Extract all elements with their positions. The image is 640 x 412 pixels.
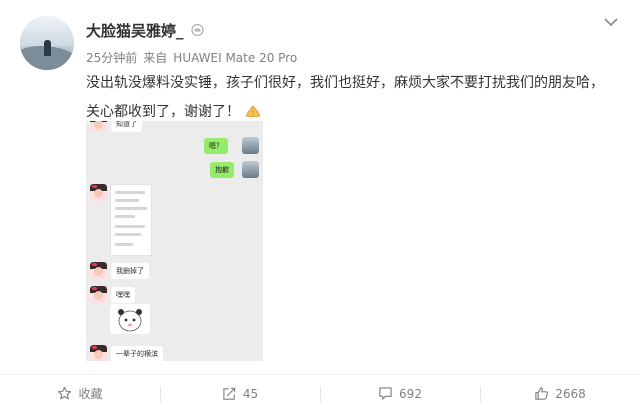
chat-avatar-right (242, 137, 259, 154)
chat-bubble: 嘿嘿 (111, 287, 135, 303)
favorite-label: 收藏 (78, 387, 103, 401)
user-avatar[interactable] (20, 16, 74, 70)
chat-avatar-left (90, 121, 107, 132)
chevron-down-icon[interactable] (603, 16, 619, 28)
chat-avatar-right (242, 161, 259, 178)
chat-avatar-left (90, 184, 107, 201)
post-time[interactable]: 25分钟前 (86, 51, 137, 65)
pray-icon (245, 105, 261, 118)
crown-badge-icon (191, 23, 204, 36)
post-meta: 25分钟前 来自 HUAWEI Mate 20 Pro (86, 49, 297, 66)
chat-bubble: 知道了 (111, 121, 142, 132)
post-image-chat-screenshot[interactable]: 知道了 嗯？ 抱歉 我删掉了 嘿嘿 一辈子的横滨 (86, 121, 263, 361)
comment-button[interactable]: 692 (320, 375, 480, 412)
chat-sticker-panda (110, 304, 150, 334)
like-button[interactable]: 2668 (480, 375, 640, 412)
comment-count: 692 (399, 386, 422, 401)
comment-icon (379, 387, 392, 400)
repost-count: 45 (242, 386, 259, 401)
chat-image-thumbnail (110, 184, 152, 256)
repost-icon (223, 387, 236, 400)
chat-bubble: 一辈子的横滨 (111, 346, 163, 361)
thumbs-up-icon (535, 387, 549, 400)
chat-bubble: 我删掉了 (111, 263, 149, 279)
favorite-button[interactable]: 收藏 (0, 375, 160, 412)
post-text-body: 没出轨没爆料没实锤，孩子们很好，我们也挺好，麻烦大家不要打扰我们的朋友哈，关心都… (86, 75, 604, 120)
chat-bubble-self: 嗯？ (204, 138, 228, 154)
star-icon (58, 386, 72, 400)
chat-avatar-left (90, 286, 107, 303)
device-name: HUAWEI Mate 20 Pro (173, 51, 298, 65)
like-count: 2668 (555, 386, 586, 401)
post-text: 没出轨没爆料没实锤，孩子们很好，我们也挺好，麻烦大家不要打扰我们的朋友哈，关心都… (86, 69, 616, 127)
chat-avatar-left (90, 345, 107, 361)
post-toolbar: 收藏 45 692 2668 (0, 375, 640, 412)
source-prefix: 来自 (143, 51, 168, 65)
chat-bubble-self: 抱歉 (210, 162, 234, 178)
weibo-post: 大脸猫吴雅婷_ 25分钟前 来自 HUAWEI Mate 20 Pro 没出轨没爆料… (0, 0, 640, 412)
username[interactable]: 大脸猫吴雅婷_ (86, 20, 184, 41)
chat-avatar-left (90, 262, 107, 279)
repost-button[interactable]: 45 (160, 375, 320, 412)
